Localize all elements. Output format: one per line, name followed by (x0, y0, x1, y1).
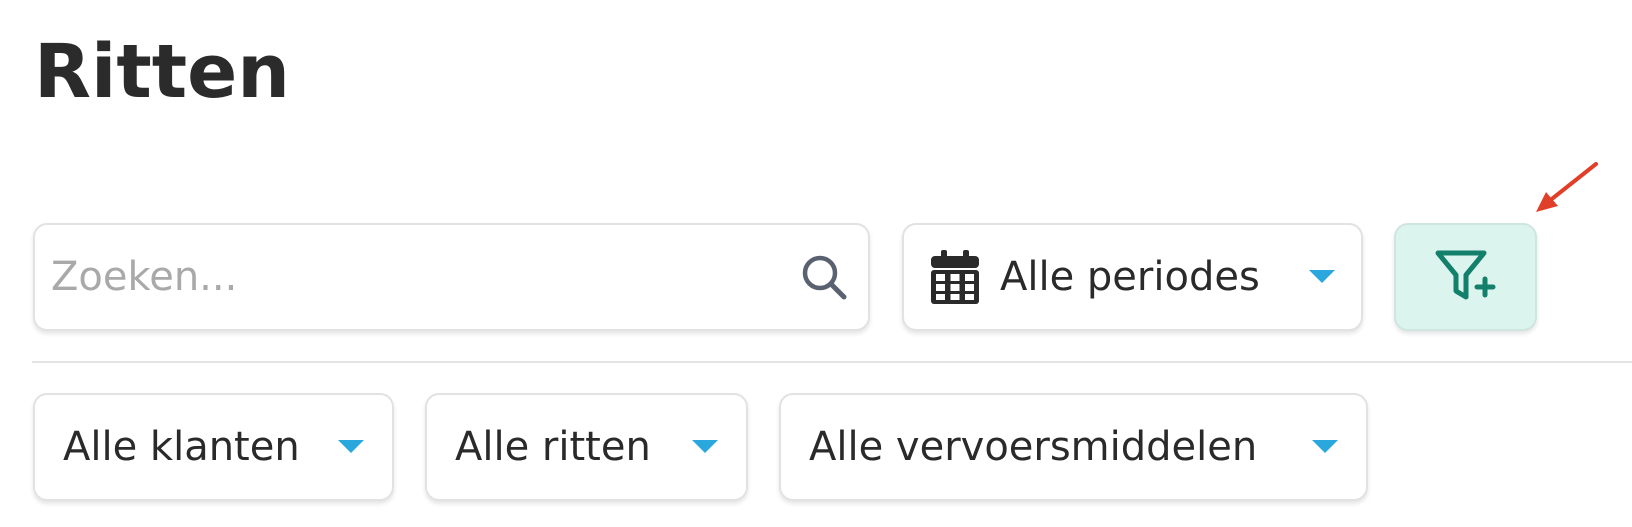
period-select-label: Alle periodes (1000, 254, 1260, 300)
chevron-down-icon (692, 439, 718, 455)
period-select[interactable]: Alle periodes (902, 223, 1363, 331)
rides-filter-select[interactable]: Alle ritten (425, 393, 748, 501)
search-box (33, 223, 870, 331)
clients-filter-select[interactable]: Alle klanten (33, 393, 394, 501)
search-input[interactable] (51, 225, 798, 329)
chevron-down-icon (338, 439, 364, 455)
add-filter-button[interactable] (1394, 223, 1537, 331)
calendar-icon (930, 250, 980, 304)
clients-filter-label: Alle klanten (63, 424, 300, 470)
annotation-arrow-icon (1536, 162, 1598, 212)
vehicles-filter-select[interactable]: Alle vervoersmiddelen (779, 393, 1368, 501)
vehicles-filter-label: Alle vervoersmiddelen (809, 424, 1258, 470)
rides-filter-label: Alle ritten (455, 424, 651, 470)
chevron-down-icon (1309, 269, 1335, 285)
page-title: Ritten (34, 29, 290, 115)
filter-plus-icon (1435, 250, 1495, 300)
chevron-down-icon (1312, 439, 1338, 455)
search-icon[interactable] (798, 251, 850, 303)
divider (32, 361, 1632, 363)
